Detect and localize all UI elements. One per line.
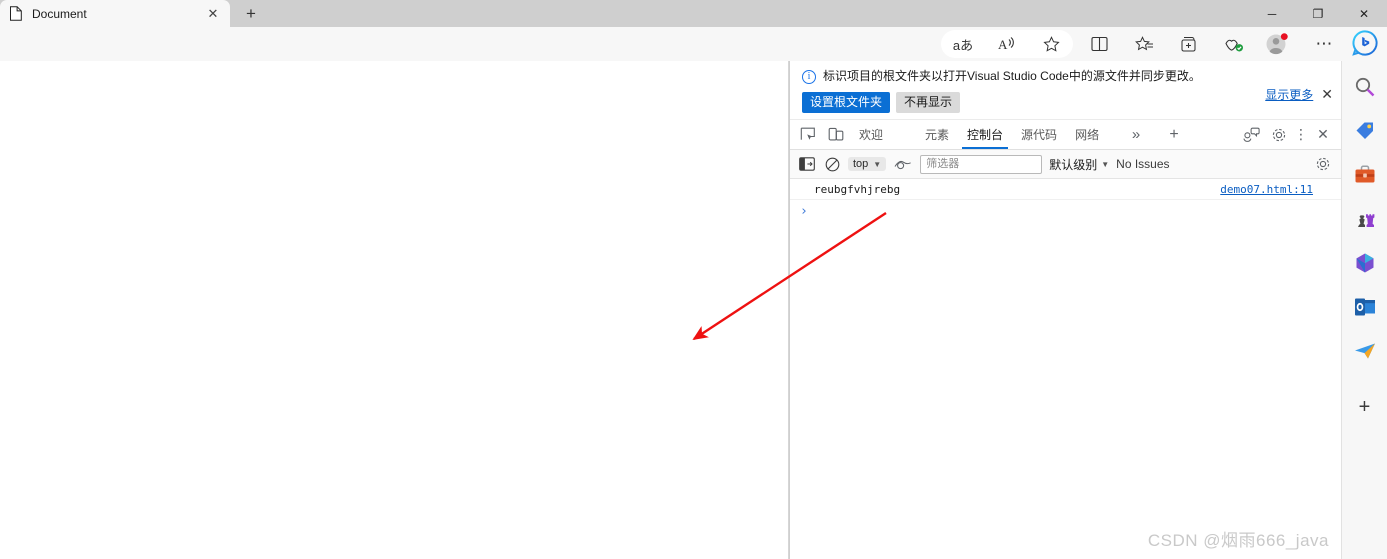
search-icon[interactable] xyxy=(1351,73,1379,101)
tab-label: 源代码 xyxy=(1021,128,1058,142)
window-controls: ─ ❐ ✕ xyxy=(1249,0,1387,27)
tab-label: 控制台 xyxy=(967,128,1004,142)
notification-close-icon[interactable]: ✕ xyxy=(1321,86,1333,103)
console-message-row[interactable]: reubgfvhjrebg demo07.html:11 xyxy=(790,179,1341,200)
browser-tab-title: Document xyxy=(32,6,87,21)
devtools-tab-console[interactable]: 控制台 xyxy=(958,120,1012,149)
devtools-panel: i 标识项目的根文件夹以打开Visual Studio Code中的源文件并同步… xyxy=(790,61,1341,559)
tab-close-icon[interactable]: ✕ xyxy=(204,5,222,23)
devtools-more-menu-icon[interactable]: ⋮ xyxy=(1293,122,1309,148)
svg-text:A: A xyxy=(998,37,1008,52)
read-aloud-icon[interactable]: A xyxy=(990,31,1024,57)
console-message-source-link[interactable]: demo07.html:11 xyxy=(1220,183,1313,196)
prompt-chevron-icon: › xyxy=(800,203,808,219)
issues-status[interactable]: No Issues xyxy=(1116,157,1169,171)
more-tabs-chevron-icon[interactable]: » xyxy=(1122,122,1150,148)
console-settings-gear-icon[interactable] xyxy=(1313,156,1333,172)
devtools-tab-elements[interactable]: 元素 xyxy=(916,120,958,149)
favorite-star-icon[interactable] xyxy=(1034,31,1068,57)
add-sidebar-button[interactable]: + xyxy=(1351,393,1379,421)
browser-tab-document[interactable]: Document ✕ xyxy=(0,0,230,27)
show-more-link[interactable]: 显示更多 xyxy=(1265,86,1313,103)
console-input-prompt[interactable]: › xyxy=(790,200,1341,222)
new-tab-button[interactable]: + xyxy=(234,1,268,27)
tab-label: 网络 xyxy=(1075,128,1100,142)
tab-label: 元素 xyxy=(925,128,950,142)
context-label: top xyxy=(853,158,869,170)
microsoft365-icon[interactable] xyxy=(1351,249,1379,277)
console-message-text: reubgfvhjrebg xyxy=(814,182,901,196)
chevron-down-icon: ▼ xyxy=(873,159,882,169)
tab-strip: Document ✕ + ─ ❐ ✕ xyxy=(0,0,1387,27)
console-toolbar: top ▼ 默认级别 ▼ No Issues xyxy=(790,150,1341,179)
console-context-selector[interactable]: top ▼ xyxy=(848,157,887,171)
dont-show-again-button[interactable]: 不再显示 xyxy=(896,92,961,113)
console-level-selector[interactable]: 默认级别 ▼ xyxy=(1049,156,1109,173)
translate-icon[interactable]: aあ xyxy=(946,31,980,57)
devtools-notification-bar: i 标识项目的根文件夹以打开Visual Studio Code中的源文件并同步… xyxy=(790,61,1341,120)
outlook-icon[interactable] xyxy=(1351,293,1379,321)
browser-essentials-icon[interactable] xyxy=(1220,31,1248,57)
split-screen-icon[interactable] xyxy=(1085,31,1113,57)
page-viewport[interactable] xyxy=(0,61,789,559)
devtools-tab-welcome[interactable]: 欢迎 xyxy=(850,120,892,149)
live-expression-eye-icon[interactable] xyxy=(893,158,913,171)
device-toolbar-icon[interactable] xyxy=(822,122,850,148)
send-plane-icon[interactable] xyxy=(1351,337,1379,365)
collections-icon[interactable] xyxy=(1175,31,1203,57)
devtools-close-icon[interactable]: ✕ xyxy=(1309,122,1337,148)
browser-window: Document ✕ + ─ ❐ ✕ aあ A ⋯ i 标识项目的根文件夹以打开… xyxy=(0,0,1387,559)
clear-console-icon[interactable] xyxy=(823,157,841,172)
notification-message: 标识项目的根文件夹以打开Visual Studio Code中的源文件并同步更改… xyxy=(823,69,1201,83)
devtools-tab-bar: 欢迎 元素 控制台 源代码 网络 » + ⋮ ✕ xyxy=(790,120,1341,150)
shopping-tag-icon[interactable] xyxy=(1351,117,1379,145)
document-icon xyxy=(8,6,24,22)
watermark: CSDN @烟雨666_java xyxy=(1147,531,1329,550)
devtools-tab-sources[interactable]: 源代码 xyxy=(1012,120,1066,149)
console-output[interactable]: reubgfvhjrebg demo07.html:11 › xyxy=(790,179,1341,559)
edge-sidebar: + xyxy=(1341,61,1387,559)
inspect-element-icon[interactable] xyxy=(794,122,822,148)
info-icon: i xyxy=(802,70,816,84)
devtools-settings-gear-icon[interactable] xyxy=(1265,122,1293,148)
browser-toolbar: aあ A ⋯ xyxy=(0,27,1387,61)
console-filter-input[interactable] xyxy=(920,154,1043,174)
settings-and-more-icon[interactable]: ⋯ xyxy=(1310,31,1338,57)
feedback-icon[interactable] xyxy=(1237,122,1265,148)
bing-chat-icon[interactable] xyxy=(1350,28,1380,58)
notification-actions: 显示更多 ✕ xyxy=(1265,86,1333,103)
restore-window-button[interactable]: ❐ xyxy=(1295,0,1341,27)
devtools-tab-network[interactable]: 网络 xyxy=(1066,120,1108,149)
set-root-folder-button[interactable]: 设置根文件夹 xyxy=(802,92,891,113)
minimize-window-button[interactable]: ─ xyxy=(1249,0,1295,27)
chevron-down-icon: ▼ xyxy=(1101,159,1110,169)
add-panel-button[interactable]: + xyxy=(1160,122,1188,148)
level-label: 默认级别 xyxy=(1049,157,1098,172)
console-sidebar-toggle-icon[interactable] xyxy=(798,157,816,171)
tools-briefcase-icon[interactable] xyxy=(1351,161,1379,189)
tab-label: 欢迎 xyxy=(859,128,884,142)
address-bar-actions-pill: aあ A xyxy=(941,30,1073,58)
games-icon[interactable] xyxy=(1351,205,1379,233)
close-window-button[interactable]: ✕ xyxy=(1341,0,1387,27)
profile-avatar[interactable] xyxy=(1264,31,1290,57)
favorites-list-icon[interactable] xyxy=(1130,31,1158,57)
